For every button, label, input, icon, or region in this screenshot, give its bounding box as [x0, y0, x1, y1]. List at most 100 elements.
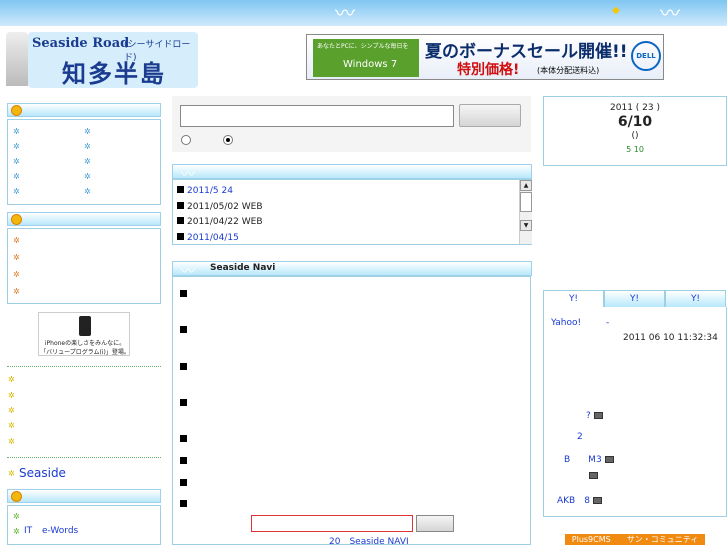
logo-plate: Seaside Road (シーサイドロード) 知多半島	[28, 32, 198, 88]
navi-title: Seaside Navi	[210, 263, 276, 273]
scroll-up-icon[interactable]: ▲	[520, 180, 532, 191]
list-bullet	[180, 290, 187, 297]
tab-yahoo-1[interactable]: Y!	[543, 290, 604, 308]
flower-icon[interactable]: ✲	[13, 143, 21, 151]
navi-search-button[interactable]	[416, 515, 454, 532]
flower-icon[interactable]: ✲	[84, 188, 92, 196]
iphone-ad-line1: iPhoneの楽しさをみんなに。	[44, 340, 126, 347]
logo-title-jp: 知多半島	[62, 60, 166, 88]
flower-icon[interactable]: ✲	[84, 128, 92, 136]
flower-icon[interactable]: ✲	[8, 392, 16, 400]
list-bullet	[180, 399, 187, 406]
flower-icon: ✲	[8, 469, 15, 478]
sidebar-link-grid: ✲ ✲ ✲ ✲ ✲ ✲ ✲ ✲ ✲ ✲	[7, 119, 161, 205]
navi-header: 〰 Seaside Navi	[172, 261, 532, 280]
flower-icon[interactable]: ✲	[13, 173, 21, 181]
plus-cms-banner[interactable]: Plus9CMS サン・コミュニティ	[565, 534, 705, 545]
ad-banner[interactable]: あなたとPCに、シンプルな毎日を Windows 7 夏のボーナスセール開催!!…	[306, 34, 664, 80]
yahoo-item[interactable]: B M3	[564, 452, 614, 465]
yahoo-timestamp: 2011 06 10 11:32:34	[623, 333, 718, 343]
sidebar-it-list: ✲ ✲ IT e-Words	[7, 505, 161, 545]
banner-tagline: あなたとPCに、シンプルな毎日を	[317, 43, 409, 50]
banner-windows-panel: あなたとPCに、シンプルな毎日を Windows 7	[313, 39, 419, 77]
flower-icon[interactable]: ✲	[13, 188, 21, 196]
iphone-ad-line2: 「バリュープログラム(i)」登場。	[40, 349, 130, 356]
sidebar-section-header	[7, 212, 161, 226]
flower-icon[interactable]: ✲	[8, 376, 16, 384]
header-sky-band: 〰 〰 ◆	[0, 0, 727, 26]
flower-icon[interactable]: ✲	[13, 128, 21, 136]
sun-icon	[11, 105, 22, 116]
yahoo-item[interactable]	[586, 471, 598, 481]
flower-icon[interactable]: ✲	[13, 513, 21, 521]
flower-icon[interactable]: ✲	[8, 438, 16, 446]
news-date[interactable]: 2011/5 24	[187, 186, 233, 196]
list-bullet	[180, 479, 187, 486]
date-weekday: ()	[631, 131, 639, 141]
news-date[interactable]: 2011/04/15	[187, 233, 239, 243]
tab-yahoo-2[interactable]: Y!	[604, 290, 665, 308]
lighthouse-icon	[6, 32, 28, 86]
sidebar-section-header	[7, 489, 161, 503]
flower-icon: ✲	[13, 527, 20, 536]
flower-icon[interactable]: ✲	[13, 237, 21, 245]
divider	[7, 457, 161, 458]
flower-icon[interactable]: ✲	[13, 158, 21, 166]
news-item[interactable]: 2011/5 24	[177, 186, 233, 196]
camera-icon	[593, 412, 603, 419]
navi-search-input[interactable]	[251, 515, 413, 532]
seagull-icon: 〰	[335, 1, 355, 25]
banner-os: Windows 7	[343, 59, 398, 70]
flower-icon[interactable]: ✲	[13, 254, 21, 262]
news-item: 2011/05/02 WEB	[177, 202, 263, 212]
yahoo-source[interactable]: Yahoo!	[551, 318, 581, 328]
flower-icon[interactable]: ✲	[13, 271, 21, 279]
camera-icon	[592, 497, 602, 504]
date-panel: 2011 ( 23 ) 6/10 () 5 10	[543, 96, 727, 166]
scroll-thumb[interactable]	[520, 192, 532, 212]
ewords-link[interactable]: e-Words	[42, 526, 78, 536]
camera-icon	[589, 472, 598, 479]
flower-icon[interactable]: ✲	[8, 422, 16, 430]
list-bullet	[180, 500, 187, 507]
news-item: 2011/04/22 WEB	[177, 217, 263, 227]
tab-yahoo-3[interactable]: Y!	[665, 290, 726, 308]
search-scope-radio-site[interactable]	[223, 135, 233, 145]
flower-icon[interactable]: ✲	[84, 143, 92, 151]
logo-title-en: Seaside Road	[32, 36, 130, 51]
search-area	[172, 96, 531, 152]
sun-icon: ◆	[612, 5, 620, 16]
iphone-ad[interactable]: iPhoneの楽しさをみんなに。 「バリュープログラム(i)」登場。	[38, 312, 130, 356]
sun-icon	[11, 214, 22, 225]
site-logo[interactable]: Seaside Road (シーサイドロード) 知多半島	[0, 26, 200, 90]
flower-icon[interactable]: ✲	[84, 158, 92, 166]
list-bullet	[180, 435, 187, 442]
news-list: 2011/5 24 2011/05/02 WEB 2011/04/22 WEB …	[172, 179, 532, 245]
yahoo-item[interactable]: 2	[577, 432, 583, 442]
it-link[interactable]: IT	[24, 526, 32, 536]
banner-headline: 夏のボーナスセール開催!!	[425, 42, 628, 62]
search-scope-radio-web[interactable]	[181, 135, 191, 145]
camera-icon	[604, 456, 614, 463]
iphone-icon	[79, 316, 91, 336]
date-day: 6/10	[617, 114, 653, 130]
list-bullet	[180, 326, 187, 333]
search-input[interactable]	[180, 105, 454, 127]
news-date: 2011/04/22	[187, 217, 239, 227]
yahoo-news-panel: Yahoo! - 2011 06 10 11:32:34 ? 2 B M3 AK…	[543, 307, 727, 517]
yahoo-item[interactable]: AKB 8	[557, 493, 602, 506]
news-tabs: Y! Y! Y!	[543, 290, 727, 308]
navi-footer[interactable]: 20 Seaside NAVI	[329, 534, 409, 545]
seaside-link[interactable]: Seaside	[19, 466, 66, 480]
flower-icon[interactable]: ✲	[8, 407, 16, 415]
flower-icon[interactable]: ✲	[84, 173, 92, 181]
dell-logo: DELL	[631, 41, 661, 71]
yahoo-item[interactable]: ?	[586, 411, 603, 421]
search-button[interactable]	[459, 104, 521, 127]
news-scrollbar[interactable]: ▲ ▼	[519, 180, 532, 244]
sidebar-link-list: ✲ ✲ ✲ ✲	[7, 228, 161, 304]
flower-icon[interactable]: ✲	[13, 288, 21, 296]
scroll-down-icon[interactable]: ▼	[520, 220, 532, 231]
date-sub: 5 10	[626, 145, 644, 154]
news-item[interactable]: 2011/04/15	[177, 233, 239, 243]
